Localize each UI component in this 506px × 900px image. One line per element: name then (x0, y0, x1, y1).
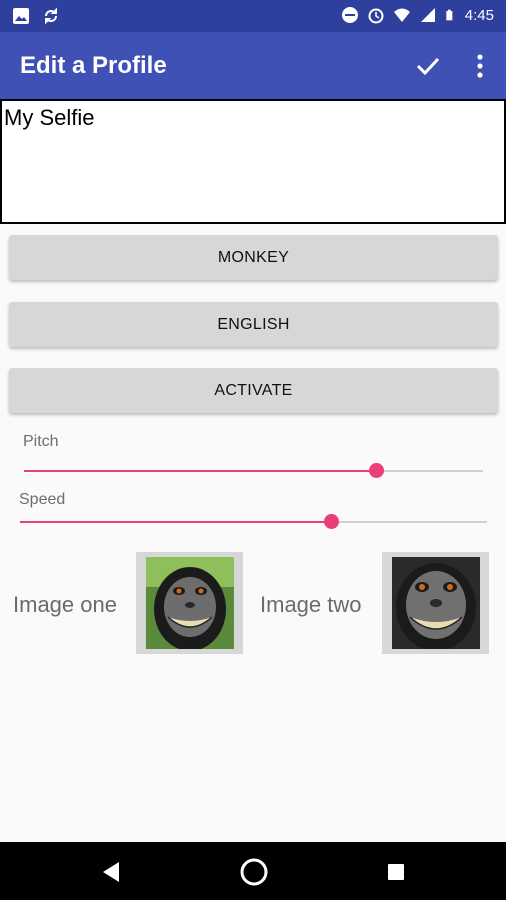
status-time: 4:45 (464, 6, 494, 24)
app-bar: Edit a Profile (0, 32, 506, 99)
activate-button[interactable]: ACTIVATE (9, 368, 498, 413)
sync-icon (44, 7, 58, 25)
image-icon (13, 8, 29, 24)
profile-name-field[interactable]: My Selfie (0, 99, 506, 224)
check-icon[interactable] (414, 52, 442, 80)
status-bar: 4:45 (0, 0, 506, 32)
pitch-label: Pitch (23, 433, 59, 450)
speed-slider-thumb[interactable] (324, 514, 339, 529)
profile-name-value: My Selfie (4, 105, 95, 130)
pitch-slider-fill (24, 470, 376, 472)
battery-icon (446, 9, 453, 21)
page-title: Edit a Profile (20, 52, 167, 79)
back-icon[interactable] (101, 861, 121, 883)
image-one-label: Image one (13, 592, 117, 617)
wifi-icon (393, 8, 410, 22)
more-vert-icon[interactable] (468, 52, 492, 80)
pitch-slider-thumb[interactable] (369, 463, 384, 478)
language-button-label: ENGLISH (217, 315, 290, 333)
image-two-button[interactable] (382, 552, 489, 654)
voice-button-label: MONKEY (217, 248, 290, 266)
do-not-disturb-icon (341, 7, 358, 23)
image-two-label: Image two (260, 592, 362, 617)
pitch-slider[interactable] (24, 462, 483, 482)
monkey-photo-one (146, 557, 234, 649)
image-one-button[interactable] (136, 552, 243, 654)
voice-button[interactable]: MONKEY (9, 235, 498, 280)
speed-slider[interactable] (20, 512, 487, 532)
activate-button-label: ACTIVATE (214, 381, 293, 399)
navigation-bar (0, 842, 506, 900)
speed-slider-fill (20, 521, 331, 523)
signal-icon (420, 8, 435, 22)
alarm-icon (368, 8, 384, 24)
speed-label: Speed (19, 491, 66, 508)
recents-icon[interactable] (387, 863, 405, 881)
home-icon[interactable] (239, 857, 269, 887)
language-button[interactable]: ENGLISH (9, 302, 498, 347)
monkey-photo-two (392, 557, 480, 649)
